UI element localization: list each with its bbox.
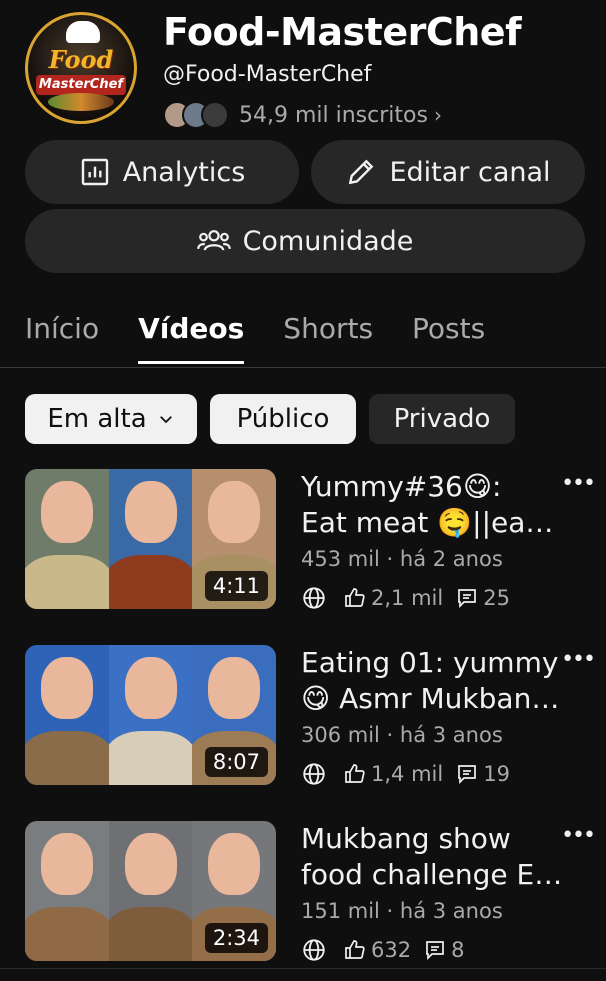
- more-options-button[interactable]: •••: [561, 647, 596, 672]
- community-label: Comunidade: [242, 225, 414, 257]
- comment-count: 25: [483, 586, 510, 610]
- people-icon: [196, 230, 231, 251]
- video-duration: 4:11: [204, 571, 268, 601]
- video-item[interactable]: 8:07 Eating 01: yummy 😋 Asmr Mukbang sho…: [0, 645, 606, 805]
- tabs-divider: [0, 367, 606, 368]
- video-stats: 1,4 mil 19: [301, 761, 522, 787]
- edit-channel-label: Editar canal: [389, 156, 551, 188]
- video-title[interactable]: Eating 01: yummy 😋 Asmr Mukbang show: [301, 645, 563, 717]
- video-meta: 306 mil · há 3 anos: [301, 723, 503, 747]
- avatar-logo-food: Food: [48, 45, 114, 74]
- globe-icon: [303, 763, 325, 785]
- video-meta: 453 mil · há 2 anos: [301, 547, 503, 571]
- analytics-label: Analytics: [122, 156, 246, 188]
- video-thumbnail[interactable]: 8:07: [25, 645, 276, 785]
- video-item[interactable]: 2:34 Mukbang show food challenge Eating …: [0, 821, 606, 981]
- like-icon: [345, 588, 365, 607]
- channel-avatar[interactable]: Food MasterChef: [25, 12, 137, 124]
- bottom-navigation-bar: [0, 968, 606, 981]
- community-button[interactable]: Comunidade: [25, 209, 585, 273]
- chevron-down-icon: [159, 416, 172, 424]
- pencil-icon: [349, 159, 374, 185]
- video-meta: 151 mil · há 3 anos: [301, 899, 503, 923]
- video-item[interactable]: 4:11 Yummy#36😋: Eat meat 🤤||eat chicken …: [0, 469, 606, 629]
- more-options-button[interactable]: •••: [561, 823, 596, 848]
- like-count: 632: [371, 938, 412, 962]
- video-stats: 2,1 mil 25: [301, 585, 522, 611]
- edit-channel-button[interactable]: Editar canal: [311, 140, 585, 204]
- video-stats: 632 8: [301, 937, 476, 963]
- video-duration: 2:34: [204, 923, 268, 953]
- comment-icon: [458, 589, 477, 609]
- avatar-food-image: [48, 93, 114, 111]
- analytics-button[interactable]: Analytics: [25, 140, 299, 204]
- subscriber-count: 54,9 mil inscritos: [239, 102, 428, 128]
- channel-handle: @Food-MasterChef: [163, 62, 372, 87]
- like-count: 1,4 mil: [371, 762, 444, 786]
- comment-count: 19: [483, 762, 510, 786]
- analytics-icon: [81, 158, 108, 186]
- filter-public-chip[interactable]: Público: [210, 394, 356, 444]
- subscriber-avatar: [201, 101, 229, 129]
- globe-icon: [303, 587, 325, 609]
- like-icon: [345, 940, 365, 959]
- tab-posts[interactable]: Posts: [412, 312, 485, 364]
- like-count: 2,1 mil: [371, 586, 444, 610]
- globe-icon: [303, 939, 325, 961]
- chevron-right-icon: ›: [433, 103, 442, 127]
- filter-trending-label: Em alta: [47, 404, 147, 434]
- channel-tabs: Início Vídeos Shorts Posts: [25, 312, 524, 364]
- video-thumbnail[interactable]: 4:11: [25, 469, 276, 609]
- tab-shorts[interactable]: Shorts: [283, 312, 373, 364]
- comment-count: 8: [451, 938, 465, 962]
- more-options-button[interactable]: •••: [561, 471, 596, 496]
- video-title[interactable]: Yummy#36😋: Eat meat 🤤||eat chicken: [301, 469, 563, 541]
- channel-name: Food-MasterChef: [163, 10, 522, 54]
- avatar-logo-masterchef: MasterChef: [36, 75, 126, 95]
- video-thumbnail[interactable]: 2:34: [25, 821, 276, 961]
- chef-hat-icon: [66, 21, 100, 43]
- comment-icon: [458, 765, 477, 785]
- filter-private-chip[interactable]: Privado: [369, 394, 515, 444]
- subscribers-link[interactable]: 54,9 mil inscritos ›: [163, 100, 442, 130]
- like-icon: [345, 764, 365, 783]
- comment-icon: [426, 941, 444, 961]
- filter-trending-dropdown[interactable]: Em alta: [25, 394, 197, 444]
- tab-inicio[interactable]: Início: [25, 312, 99, 364]
- video-duration: 8:07: [204, 747, 268, 777]
- video-title[interactable]: Mukbang show food challenge Eating: [301, 821, 563, 893]
- tab-videos[interactable]: Vídeos: [138, 312, 245, 364]
